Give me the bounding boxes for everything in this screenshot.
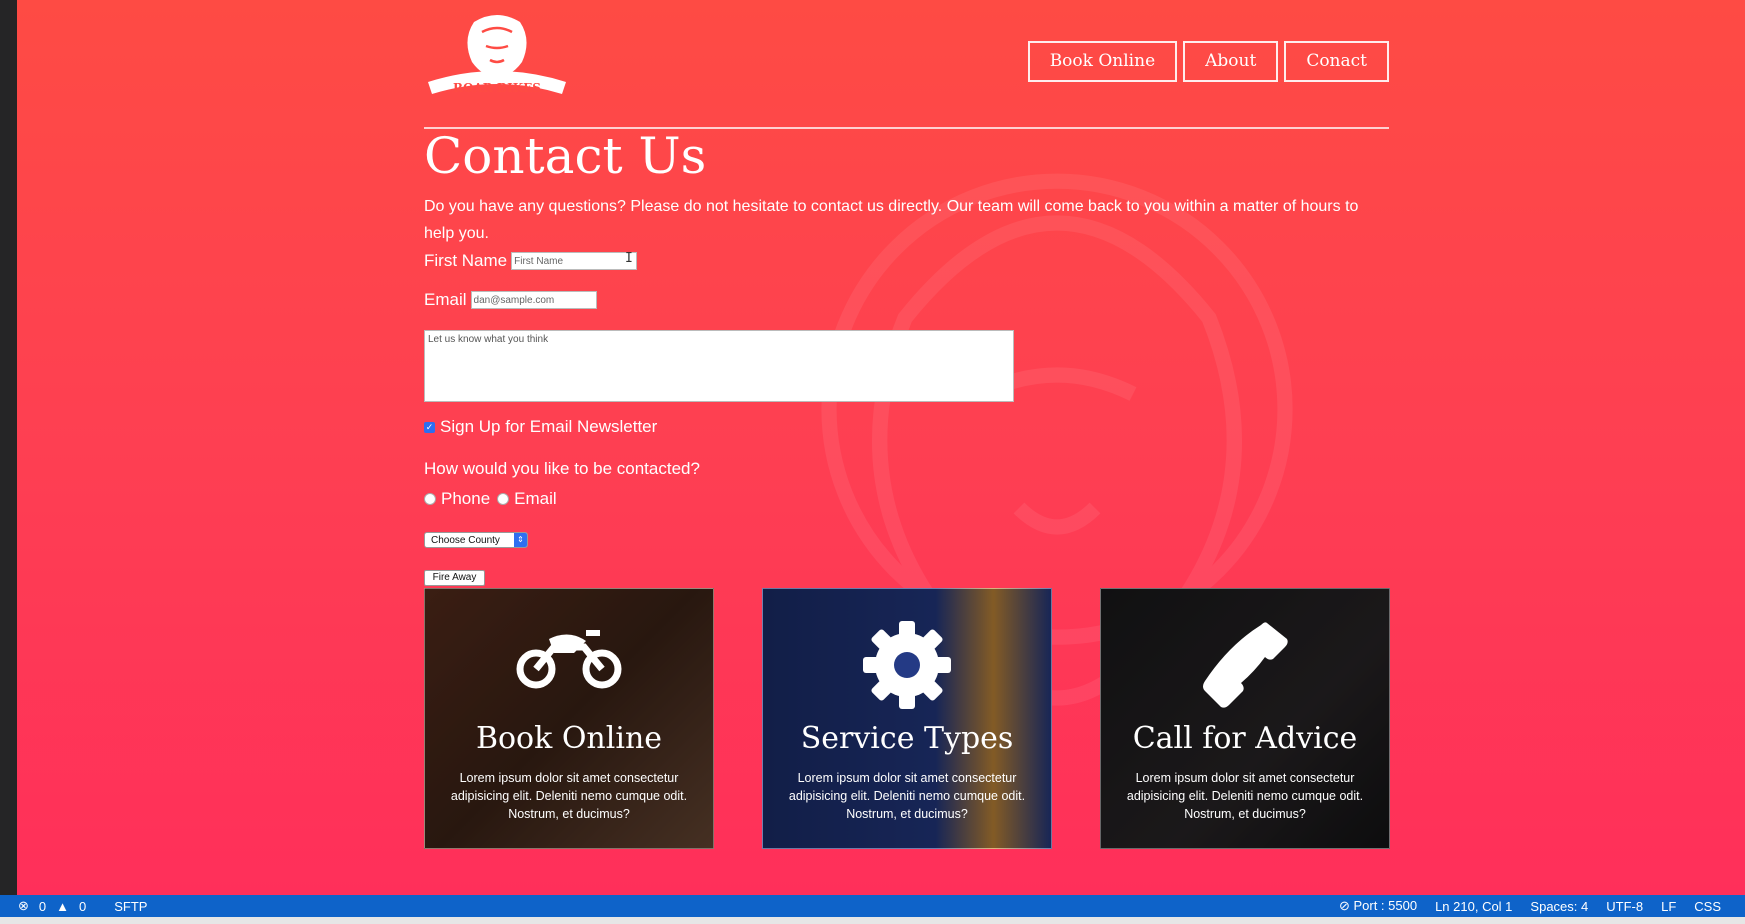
text-cursor-icon: I: [625, 251, 633, 266]
newsletter-label: Sign Up for Email Newsletter: [440, 417, 658, 436]
county-select-value: Choose County: [431, 535, 500, 546]
nav-contact[interactable]: Conact: [1284, 41, 1389, 82]
language-mode[interactable]: CSS: [1694, 899, 1721, 914]
warning-count[interactable]: 0: [79, 899, 86, 914]
newsletter-row: ✓ Sign Up for Email Newsletter: [424, 417, 657, 437]
select-arrows-icon: ⇕: [514, 533, 527, 547]
feature-cards: Book Online Lorem ipsum dolor sit amet c…: [424, 588, 1390, 849]
content-container: ROAR BIKES Book Online About Conact Cont…: [424, 0, 1390, 895]
logo-text: ROAR BIKES: [453, 81, 541, 95]
encoding[interactable]: UTF-8: [1606, 899, 1643, 914]
warning-icon[interactable]: ▲: [56, 899, 69, 914]
phone-icon: [1203, 622, 1288, 708]
bottom-strip: [0, 917, 1745, 924]
contact-method-options: Phone Email: [424, 489, 557, 509]
motorcycle-icon: [516, 630, 622, 689]
editor-status-bar: ⊗ 0 ▲ 0 SFTP ⊘ Port : 5500 Ln 210, Col 1…: [0, 895, 1745, 917]
sftp-status[interactable]: SFTP: [114, 899, 147, 914]
indentation[interactable]: Spaces: 4: [1530, 899, 1588, 914]
end-of-line[interactable]: LF: [1661, 899, 1676, 914]
web-page: ROAR BIKES Book Online About Conact Cont…: [17, 0, 1745, 895]
card-text: Lorem ipsum dolor sit amet consectetur a…: [450, 771, 688, 821]
phone-radio-label: Phone: [441, 489, 491, 508]
card-title: Service Types: [800, 721, 1014, 756]
county-select[interactable]: Choose County ⇕: [424, 532, 528, 548]
main-nav: Book Online About Conact: [1027, 41, 1389, 82]
no-entry-icon: ⊘: [1338, 898, 1354, 913]
editor-gutter: [0, 0, 17, 895]
contact-method-question: How would you like to be contacted?: [424, 459, 700, 478]
cursor-position[interactable]: Ln 210, Col 1: [1435, 899, 1512, 914]
live-server-port[interactable]: ⊘ Port : 5500: [1339, 898, 1417, 914]
message-textarea[interactable]: [424, 330, 1014, 402]
card-book-online[interactable]: Book Online Lorem ipsum dolor sit amet c…: [424, 588, 714, 849]
status-right: ⊘ Port : 5500 Ln 210, Col 1 Spaces: 4 UT…: [1339, 898, 1721, 914]
email-label: Email: [424, 290, 467, 309]
email-row: Email: [424, 290, 597, 310]
page-title: Contact Us: [424, 127, 707, 185]
phone-radio[interactable]: [424, 493, 436, 505]
email-radio-label: Email: [514, 489, 557, 508]
error-icon[interactable]: ⊗: [18, 898, 29, 914]
status-left: ⊗ 0 ▲ 0 SFTP: [18, 898, 147, 914]
first-name-row: First Name: [424, 251, 638, 271]
card-text: Lorem ipsum dolor sit amet consectetur a…: [788, 771, 1026, 821]
first-name-label: First Name: [424, 251, 508, 270]
error-count[interactable]: 0: [39, 899, 46, 914]
first-name-input[interactable]: [511, 252, 638, 270]
roar-bikes-logo[interactable]: ROAR BIKES: [424, 10, 570, 106]
nav-about[interactable]: About: [1183, 41, 1279, 82]
card-text: Lorem ipsum dolor sit amet consectetur a…: [1126, 771, 1364, 821]
nav-book-online[interactable]: Book Online: [1027, 41, 1178, 82]
intro-text: Do you have any questions? Please do not…: [424, 198, 1359, 242]
card-title: Call for Advice: [1132, 721, 1358, 756]
card-title: Book Online: [475, 721, 663, 756]
card-service-types[interactable]: Service Types Lorem ipsum dolor sit amet…: [762, 588, 1052, 849]
email-radio[interactable]: [497, 493, 510, 505]
gear-icon: [863, 621, 951, 709]
newsletter-checkbox[interactable]: ✓: [424, 421, 435, 433]
card-call-for-advice[interactable]: Call for Advice Lorem ipsum dolor sit am…: [1100, 588, 1390, 849]
email-input[interactable]: [470, 291, 597, 309]
submit-button[interactable]: Fire Away: [424, 570, 485, 586]
